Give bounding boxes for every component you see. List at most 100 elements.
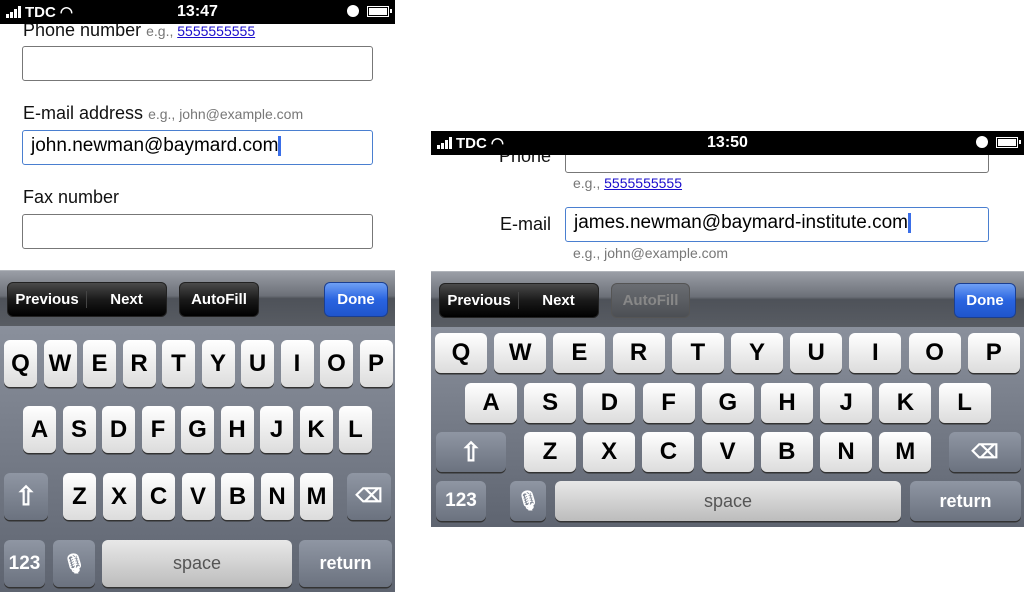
key-o[interactable]: O (908, 333, 961, 373)
key-n[interactable]: N (820, 432, 872, 472)
autofill-button-disabled[interactable]: AutoFill (611, 283, 690, 318)
email-hint: e.g., john@example.com (573, 245, 729, 261)
key-h[interactable]: H (761, 383, 813, 423)
phone-example-link[interactable]: 5555555555 (604, 175, 682, 191)
time: 13:50 (707, 134, 748, 151)
key-k[interactable]: K (879, 383, 932, 423)
microphone-key[interactable]: 🎙 (510, 481, 546, 521)
key-z[interactable]: Z (524, 432, 576, 472)
key-i[interactable]: I (280, 340, 314, 387)
key-m[interactable]: M (300, 473, 333, 520)
numbers-key[interactable]: 123 (4, 540, 45, 587)
key-t[interactable]: T (162, 340, 195, 387)
space-key[interactable]: space (102, 540, 292, 587)
autofill-button[interactable]: AutoFill (179, 282, 259, 317)
return-key[interactable]: return (299, 540, 392, 587)
email-input[interactable]: james.newman@baymard-institute.com (565, 207, 989, 242)
key-c[interactable]: C (642, 432, 695, 472)
key-o[interactable]: O (320, 340, 353, 387)
key-b[interactable]: B (221, 473, 254, 520)
key-w[interactable]: W (494, 333, 547, 373)
key-c[interactable]: C (142, 473, 175, 520)
form-toolbar: Previous Next AutoFill Done (431, 271, 1024, 327)
key-s[interactable]: S (62, 406, 96, 453)
key-y[interactable]: Y (731, 333, 783, 373)
delete-key[interactable]: ⌫ (347, 473, 391, 520)
time: 13:47 (177, 3, 218, 20)
alarm-icon (976, 136, 988, 148)
prev-next-segment: Previous Next (7, 282, 167, 317)
phone-example-link[interactable]: 5555555555 (177, 23, 255, 39)
key-x[interactable]: X (583, 432, 636, 472)
status-bar: TDC ◠ 13:50 (431, 131, 1024, 155)
key-d[interactable]: D (102, 406, 135, 453)
key-m[interactable]: M (879, 432, 932, 472)
key-w[interactable]: W (43, 340, 77, 387)
key-q[interactable]: Q (435, 333, 487, 373)
key-y[interactable]: Y (201, 340, 235, 387)
key-q[interactable]: Q (4, 340, 37, 387)
return-key[interactable]: return (910, 481, 1021, 521)
prev-next-segment: Previous Next (439, 283, 599, 318)
previous-button[interactable]: Previous (440, 292, 519, 309)
key-g[interactable]: G (181, 406, 214, 453)
keyboard: Q W E R T Y U I O P A S D F G H J K L Z X C V B N M ⇧ ⌫ 123 🎙 space ret… (0, 326, 395, 592)
key-b[interactable]: B (760, 432, 813, 472)
key-l[interactable]: L (938, 383, 991, 423)
key-v[interactable]: V (701, 432, 754, 472)
key-v[interactable]: V (181, 473, 215, 520)
form-toolbar: Previous Next AutoFill Done (0, 270, 395, 326)
key-f[interactable]: F (642, 383, 695, 423)
phone-input[interactable] (22, 46, 373, 81)
battery-icon (367, 5, 392, 17)
key-g[interactable]: G (701, 383, 754, 423)
keyboard: Q W E R T Y U I O P A S D F G H J K L Z X C V B N M ⇧ ⌫ 123 🎙 space ret… (431, 327, 1024, 527)
key-u[interactable]: U (790, 333, 843, 373)
battery-icon (996, 136, 1021, 148)
key-e[interactable]: E (553, 333, 606, 373)
key-n[interactable]: N (260, 473, 294, 520)
previous-button[interactable]: Previous (8, 291, 87, 308)
next-button[interactable]: Next (519, 292, 598, 309)
microphone-key[interactable]: 🎙 (53, 540, 95, 587)
key-h[interactable]: H (220, 406, 254, 453)
fax-label: Fax number (23, 187, 120, 207)
key-r[interactable]: R (122, 340, 156, 387)
key-x[interactable]: X (102, 473, 136, 520)
key-e[interactable]: E (83, 340, 116, 387)
text-caret (907, 212, 911, 233)
key-j[interactable]: J (260, 406, 293, 453)
phone-hint: e.g., 5555555555 (573, 175, 683, 191)
key-i[interactable]: I (849, 333, 902, 373)
phone-screenshot-left: TDC ◠ 13:47 Phone number e.g., 5555555555… (0, 0, 395, 592)
shift-key[interactable]: ⇧ (436, 432, 506, 472)
space-key[interactable]: space (555, 481, 901, 521)
done-button[interactable]: Done (954, 283, 1016, 318)
key-u[interactable]: U (241, 340, 274, 387)
shift-key[interactable]: ⇧ (4, 473, 48, 520)
status-bar: TDC ◠ 13:47 (0, 0, 395, 24)
key-r[interactable]: R (612, 333, 665, 373)
key-s[interactable]: S (524, 383, 577, 423)
key-z[interactable]: Z (63, 473, 96, 520)
key-t[interactable]: T (671, 333, 724, 373)
key-l[interactable]: L (339, 406, 372, 453)
delete-key[interactable]: ⌫ (949, 432, 1021, 472)
email-label: E-mail (500, 214, 552, 234)
numbers-key[interactable]: 123 (436, 481, 486, 521)
text-caret (278, 135, 282, 156)
email-label: E-mail address e.g., john@example.com (23, 103, 304, 123)
alarm-icon (347, 5, 359, 17)
key-p[interactable]: P (359, 340, 393, 387)
email-input[interactable]: john.newman@baymard.com (22, 130, 373, 165)
done-button[interactable]: Done (324, 282, 388, 317)
key-k[interactable]: K (299, 406, 333, 453)
key-a[interactable]: A (23, 406, 56, 453)
key-a[interactable]: A (465, 383, 517, 423)
key-d[interactable]: D (583, 383, 636, 423)
key-j[interactable]: J (820, 383, 873, 423)
next-button[interactable]: Next (87, 291, 166, 308)
key-p[interactable]: P (967, 333, 1020, 373)
fax-input[interactable] (22, 214, 373, 249)
key-f[interactable]: F (141, 406, 175, 453)
